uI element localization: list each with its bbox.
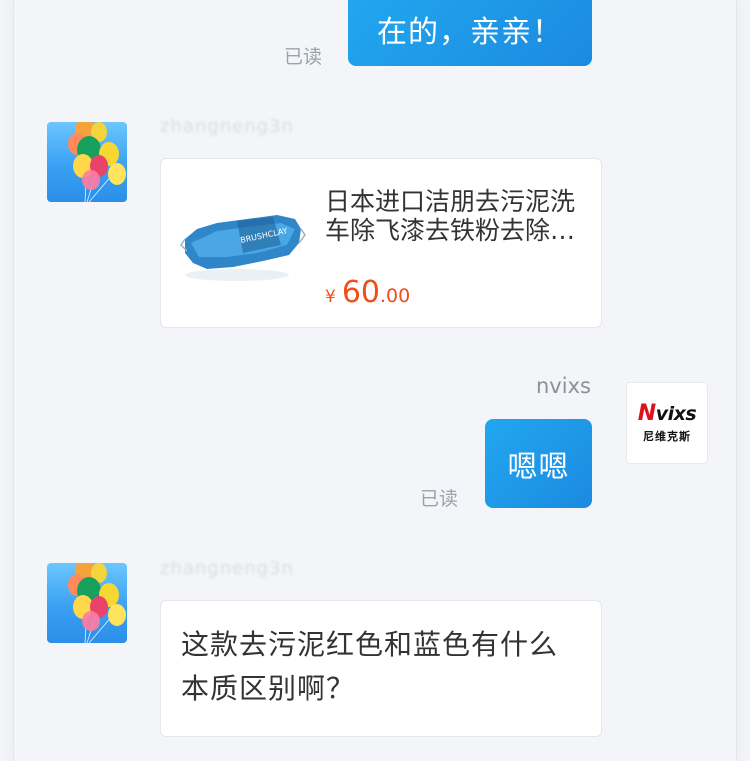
avatar[interactable]: Nvixs 尼维克斯 bbox=[626, 382, 708, 464]
avatar[interactable] bbox=[47, 563, 127, 643]
sender-name: zhangneng3n bbox=[160, 558, 294, 579]
received-message-bubble[interactable]: 这款去污泥红色和蓝色有什么本质区别啊？ bbox=[160, 600, 602, 737]
sent-message-bubble[interactable]: 在的，亲亲！ bbox=[348, 0, 592, 66]
balloons-icon bbox=[68, 122, 126, 202]
price-decimal: .00 bbox=[380, 285, 411, 307]
message-text: 嗯嗯 bbox=[507, 449, 570, 485]
chat-window: 在的，亲亲！ 已读 zhangneng3n BRUSHCLAY 日本进口洁朋去污… bbox=[14, 0, 736, 761]
avatar[interactable] bbox=[47, 122, 127, 202]
product-card[interactable]: BRUSHCLAY 日本进口洁朋去污泥洗车除飞漆去铁粉去除飞漆去铁粉 ¥60.0… bbox=[160, 158, 602, 328]
product-title: 日本进口洁朋去污泥洗车除飞漆去铁粉去除飞漆去铁粉 bbox=[325, 187, 576, 245]
sender-name: nvixs bbox=[536, 374, 591, 398]
message-text: 在的，亲亲！ bbox=[377, 15, 563, 50]
product-image: BRUSHCLAY bbox=[180, 215, 306, 281]
sent-message-bubble[interactable]: 嗯嗯 bbox=[485, 419, 592, 508]
brand-logo: Nvixs bbox=[637, 400, 697, 426]
product-price: ¥60.00 bbox=[325, 275, 410, 310]
brand-logo-subtitle: 尼维克斯 bbox=[643, 429, 691, 443]
price-integer: 60 bbox=[341, 275, 381, 310]
price-currency: ¥ bbox=[325, 287, 336, 307]
sender-name: zhangneng3n bbox=[160, 116, 294, 137]
balloons-icon bbox=[68, 563, 126, 643]
message-text: 这款去污泥红色和蓝色有什么本质区别啊？ bbox=[181, 628, 559, 705]
read-receipt: 已读 bbox=[284, 46, 323, 68]
read-receipt: 已读 bbox=[420, 488, 459, 510]
